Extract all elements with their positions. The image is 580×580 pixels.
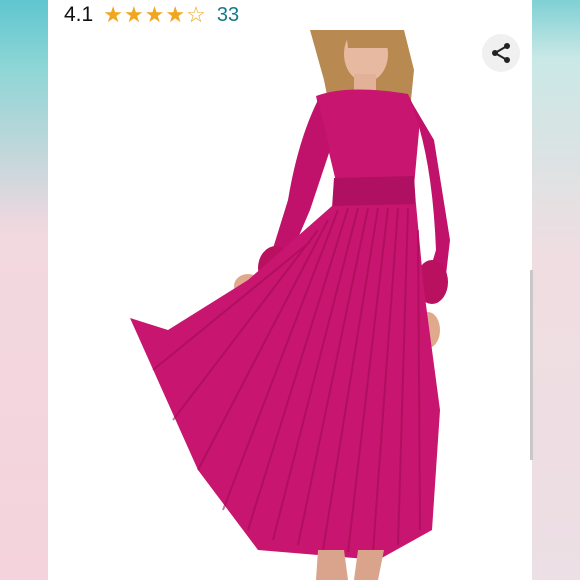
star-full-icon: ★ <box>123 2 144 27</box>
share-button[interactable] <box>482 34 520 72</box>
star-full-icon: ★ <box>144 2 165 27</box>
product-photo[interactable] <box>48 30 532 580</box>
star-full-icon: ★ <box>103 2 123 27</box>
rating-score: 4.1 <box>64 3 94 26</box>
background-right-blur <box>532 0 580 580</box>
product-card: 4.1 ★ ★ ★ ★ ☆ 33 <box>48 0 532 580</box>
star-full-icon: ★ <box>165 2 186 27</box>
scroll-indicator <box>530 270 533 460</box>
star-empty-icon: ☆ <box>186 2 206 27</box>
background-left-blur <box>0 0 48 580</box>
rating-bar[interactable]: 4.1 ★ ★ ★ ★ ☆ 33 <box>48 0 532 30</box>
dress-photo <box>130 30 450 580</box>
star-rating: ★ ★ ★ ★ ☆ <box>103 4 207 26</box>
share-icon <box>492 43 510 63</box>
review-count-link[interactable]: 33 <box>217 4 239 27</box>
